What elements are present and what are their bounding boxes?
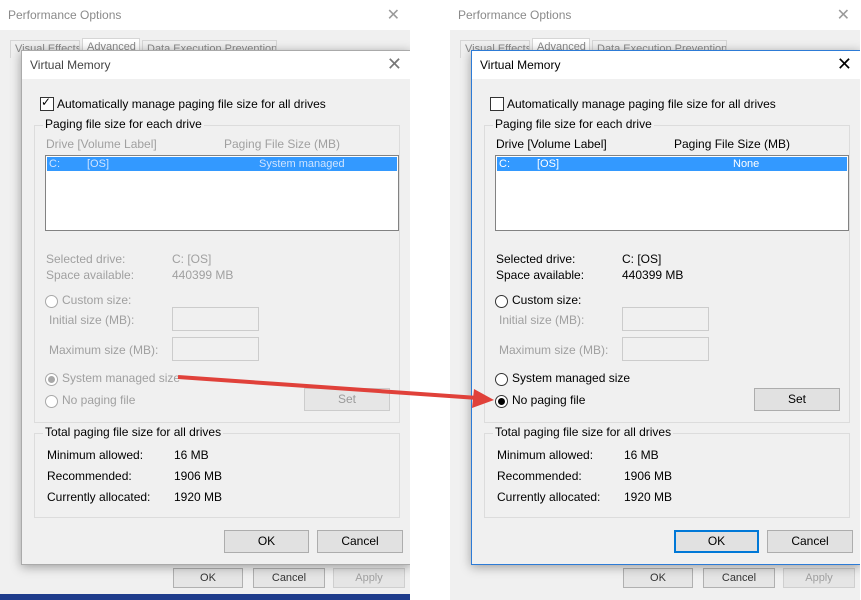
system-managed-radio[interactable]	[45, 373, 58, 386]
vm-title: Virtual Memory	[30, 58, 111, 72]
custom-size-radio[interactable]	[45, 295, 58, 308]
drive-volume-label: [OS]	[87, 158, 110, 170]
perf-close-icon[interactable]: ✕	[387, 5, 400, 25]
auto-manage-label[interactable]: Automatically manage paging file size fo…	[507, 97, 776, 111]
no-paging-label[interactable]: No paging file	[62, 393, 135, 407]
minimum-allowed-label: Minimum allowed:	[497, 448, 594, 462]
space-available-value: 440399 MB	[622, 268, 684, 282]
set-button[interactable]: Set	[304, 388, 390, 411]
selected-drive-value: C: [OS]	[622, 252, 662, 266]
system-managed-radio[interactable]	[495, 373, 508, 386]
selected-drive-value: C: [OS]	[172, 252, 212, 266]
cancel-button[interactable]: Cancel	[767, 530, 853, 553]
set-button[interactable]: Set	[754, 388, 840, 411]
drive-paging-size: System managed	[259, 158, 345, 170]
minimum-allowed-value: 16 MB	[624, 448, 659, 462]
initial-size-input[interactable]	[172, 307, 259, 331]
drive-row[interactable]: C: [OS] None	[497, 157, 847, 171]
selected-drive-label: Selected drive:	[46, 252, 126, 266]
maximum-size-label: Maximum size (MB):	[499, 343, 609, 357]
recommended-value: 1906 MB	[624, 469, 673, 483]
perf-titlebar: Performance Options ✕	[0, 0, 410, 30]
initial-size-input[interactable]	[622, 307, 709, 331]
recommended-value: 1906 MB	[174, 469, 223, 483]
vm-close-icon[interactable]: ✕	[387, 54, 402, 75]
total-group-title: Total paging file size for all drives	[493, 425, 674, 439]
initial-size-label: Initial size (MB):	[49, 313, 135, 327]
no-paging-label[interactable]: No paging file	[512, 393, 585, 407]
minimum-allowed-label: Minimum allowed:	[47, 448, 144, 462]
perf-ok-button[interactable]: OK	[173, 568, 243, 588]
currently-allocated-value: 1920 MB	[624, 490, 673, 504]
custom-size-radio[interactable]	[495, 295, 508, 308]
virtual-memory-dialog: Virtual Memory ✕ Automatically manage pa…	[21, 50, 410, 565]
auto-manage-label[interactable]: Automatically manage paging file size fo…	[57, 97, 326, 111]
drive-listbox[interactable]: C: [OS] None	[495, 155, 849, 231]
vm-title: Virtual Memory	[480, 58, 561, 72]
taskbar-strip	[0, 594, 410, 600]
selected-drive-label: Selected drive:	[496, 252, 576, 266]
col-size-header: Paging File Size (MB)	[674, 137, 791, 151]
perf-cancel-button[interactable]: Cancel	[703, 568, 775, 588]
col-drive-header: Drive [Volume Label]	[496, 137, 607, 151]
currently-allocated-label: Currently allocated:	[47, 490, 151, 504]
drive-paging-size: None	[733, 158, 760, 170]
paging-group-title: Paging file size for each drive	[43, 117, 204, 131]
before-screenshot: Performance Options ✕ Visual Effects Adv…	[0, 0, 410, 600]
drive-row[interactable]: C: [OS] System managed	[47, 157, 397, 171]
perf-titlebar: Performance Options ✕	[450, 0, 860, 30]
col-drive-header: Drive [Volume Label]	[46, 137, 157, 151]
cancel-button[interactable]: Cancel	[317, 530, 403, 553]
currently-allocated-label: Currently allocated:	[497, 490, 601, 504]
perf-cancel-button[interactable]: Cancel	[253, 568, 325, 588]
vm-close-icon[interactable]: ✕	[837, 54, 852, 75]
ok-button[interactable]: OK	[224, 530, 309, 553]
perf-title: Performance Options	[8, 8, 122, 22]
ok-button[interactable]: OK	[674, 530, 759, 553]
vm-titlebar: Virtual Memory ✕	[22, 51, 410, 79]
maximum-size-input[interactable]	[622, 337, 709, 361]
drive-listbox[interactable]: C: [OS] System managed	[45, 155, 399, 231]
auto-manage-checkbox[interactable]	[40, 95, 54, 111]
maximum-size-input[interactable]	[172, 337, 259, 361]
after-screenshot: Performance Options ✕ Visual Effects Adv…	[450, 0, 860, 600]
custom-size-label[interactable]: Custom size:	[62, 293, 131, 307]
paging-group-title: Paging file size for each drive	[493, 117, 654, 131]
initial-size-label: Initial size (MB):	[499, 313, 585, 327]
space-available-label: Space available:	[46, 268, 135, 282]
no-paging-radio[interactable]	[45, 395, 58, 408]
perf-close-icon[interactable]: ✕	[837, 5, 850, 25]
space-available-value: 440399 MB	[172, 268, 234, 282]
drive-volume-label: [OS]	[537, 158, 560, 170]
virtual-memory-dialog: Virtual Memory ✕ Automatically manage pa…	[471, 50, 860, 565]
minimum-allowed-value: 16 MB	[174, 448, 209, 462]
system-managed-label[interactable]: System managed size	[62, 371, 180, 385]
perf-title: Performance Options	[458, 8, 572, 22]
perf-apply-button[interactable]: Apply	[783, 568, 855, 588]
space-available-label: Space available:	[496, 268, 585, 282]
maximum-size-label: Maximum size (MB):	[49, 343, 159, 357]
total-group-title: Total paging file size for all drives	[43, 425, 224, 439]
drive-letter: C:	[49, 158, 60, 170]
perf-apply-button[interactable]: Apply	[333, 568, 405, 588]
custom-size-label[interactable]: Custom size:	[512, 293, 581, 307]
vm-titlebar: Virtual Memory ✕	[472, 51, 860, 79]
auto-manage-checkbox[interactable]	[490, 97, 504, 111]
perf-ok-button[interactable]: OK	[623, 568, 693, 588]
drive-letter: C:	[499, 158, 510, 170]
system-managed-label[interactable]: System managed size	[512, 371, 630, 385]
recommended-label: Recommended:	[47, 469, 132, 483]
col-size-header: Paging File Size (MB)	[224, 137, 341, 151]
currently-allocated-value: 1920 MB	[174, 490, 223, 504]
no-paging-radio[interactable]	[495, 395, 508, 408]
recommended-label: Recommended:	[497, 469, 582, 483]
